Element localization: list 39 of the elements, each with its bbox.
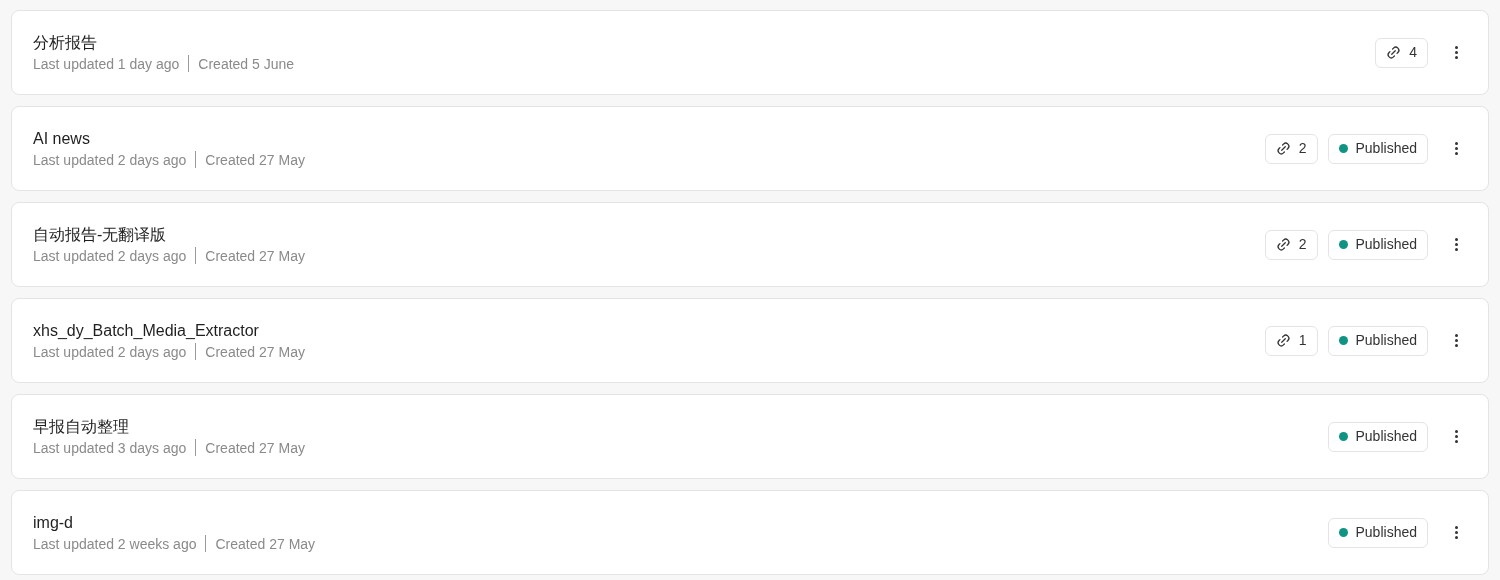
created-text: Created 27 May: [215, 534, 316, 554]
status-label: Published: [1355, 331, 1417, 350]
more-icon: [1454, 526, 1458, 539]
item-title: img-d: [33, 512, 73, 533]
more-icon: [1454, 142, 1458, 155]
link-count-button[interactable]: 1: [1264, 325, 1318, 356]
item-title: AI news: [33, 128, 90, 149]
item-title: 早报自动整理: [33, 416, 129, 437]
created-text: Created 5 June: [198, 54, 295, 74]
link-count-button[interactable]: 2: [1264, 133, 1318, 164]
more-icon: [1454, 430, 1458, 443]
item-card[interactable]: 自动报告-无翻译版 Last updated 2 days ago Created 27 May 2 Published: [11, 202, 1489, 287]
updated-text: Last updated 2 days ago: [33, 246, 187, 266]
more-icon: [1454, 334, 1458, 347]
item-title: 分析报告: [33, 32, 97, 53]
item-title: xhs_dy_Batch_Media_Extractor: [33, 320, 259, 341]
more-icon: [1454, 46, 1458, 59]
created-text: Created 27 May: [205, 150, 305, 170]
item-card[interactable]: 早报自动整理 Last updated 3 days ago Created 27 May Published: [11, 394, 1489, 479]
updated-text: Last updated 2 weeks ago: [33, 534, 197, 554]
status-label: Published: [1355, 235, 1417, 254]
updated-text: Last updated 1 day ago: [33, 54, 180, 74]
more-icon: [1454, 238, 1458, 251]
item-title: 自动报告-无翻译版: [33, 224, 167, 245]
created-text: Created 27 May: [205, 438, 305, 458]
created-text: Created 27 May: [205, 246, 305, 266]
item-card[interactable]: 分析报告 Last updated 1 day ago Created 5 June 4: [11, 10, 1489, 95]
created-text: Created 27 May: [205, 342, 305, 362]
updated-text: Last updated 2 days ago: [33, 150, 187, 170]
updated-text: Last updated 2 days ago: [33, 342, 187, 362]
link-count-button[interactable]: 2: [1264, 229, 1318, 260]
item-card[interactable]: AI news Last updated 2 days ago Created 27 May 2 Published: [11, 106, 1489, 191]
updated-text: Last updated 3 days ago: [33, 438, 187, 458]
status-label: Published: [1355, 427, 1417, 446]
link-count-button[interactable]: 4: [1375, 37, 1428, 68]
item-card[interactable]: img-d Last updated 2 weeks ago Created 27 May Published: [11, 490, 1489, 575]
status-label: Published: [1355, 523, 1417, 542]
status-label: Published: [1355, 139, 1417, 158]
item-card[interactable]: xhs_dy_Batch_Media_Extractor Last updated 2 days ago Created 27 May 1 Published: [11, 298, 1489, 383]
